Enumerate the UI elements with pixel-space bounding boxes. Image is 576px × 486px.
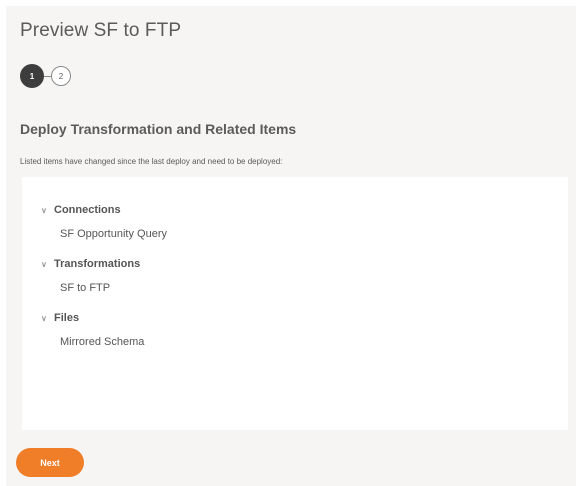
list-item: SF to FTP: [60, 282, 111, 294]
chevron-down-icon: ∨: [41, 259, 47, 269]
group-label: Files: [54, 312, 80, 324]
next-button[interactable]: Next: [16, 448, 84, 477]
group-connections: ∨ Connections SF Opportunity Query: [41, 204, 167, 240]
group-label: Connections: [54, 204, 121, 216]
group-transformations: ∨ Transformations SF to FTP: [41, 258, 140, 294]
group-header-files[interactable]: ∨ Files: [41, 312, 144, 324]
chevron-down-icon: ∨: [41, 205, 47, 215]
stepper: 1 2: [20, 63, 71, 89]
group-header-connections[interactable]: ∨ Connections: [41, 204, 167, 216]
section-heading: Deploy Transformation and Related Items: [20, 121, 297, 137]
list-item: SF Opportunity Query: [60, 228, 167, 240]
group-header-transformations[interactable]: ∨ Transformations: [41, 258, 140, 270]
list-item: Mirrored Schema: [60, 336, 145, 348]
chevron-down-icon: ∨: [41, 313, 47, 323]
deploy-note: Listed items have changed since the last…: [20, 157, 283, 166]
page-title: Preview SF to FTP: [20, 20, 182, 41]
changed-items-list: ∨ Connections SF Opportunity Query ∨ Tra…: [22, 177, 568, 430]
page: Preview SF to FTP 1 2 Deploy Transformat…: [0, 0, 576, 486]
step-1[interactable]: 1: [20, 64, 44, 88]
group-label: Transformations: [54, 258, 141, 270]
group-files: ∨ Files Mirrored Schema: [41, 312, 144, 348]
step-2[interactable]: 2: [51, 66, 71, 86]
deploy-panel: Preview SF to FTP 1 2 Deploy Transformat…: [6, 6, 576, 486]
step-connector: [44, 75, 51, 77]
